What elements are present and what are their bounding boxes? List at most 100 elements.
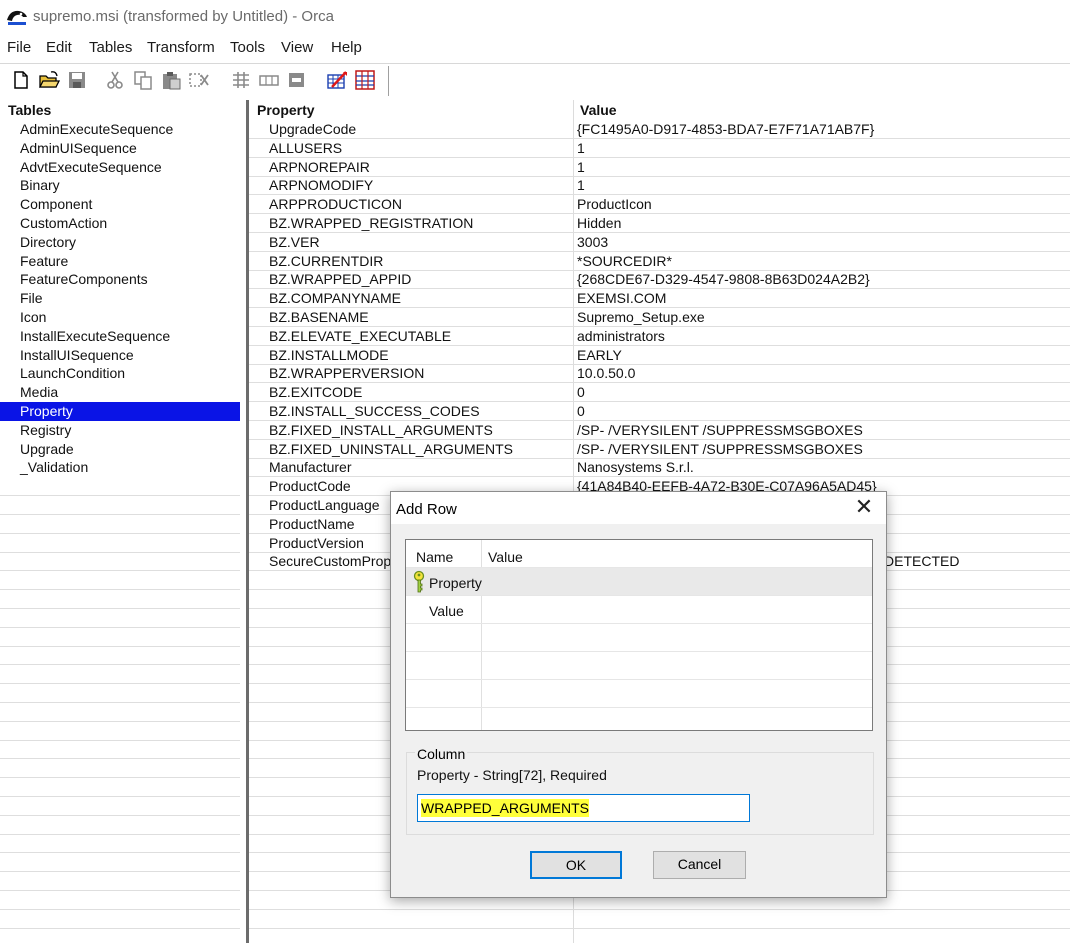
drop-table-icon[interactable] <box>286 69 308 91</box>
property-row[interactable]: BZ.BASENAME Supremo_Setup.exe <box>249 308 1070 327</box>
tables-header[interactable]: Tables <box>0 100 246 120</box>
table-list-item[interactable]: Feature <box>0 252 240 271</box>
menu-file[interactable]: File <box>7 39 31 56</box>
property-row[interactable]: BZ.FIXED_INSTALL_ARGUMENTS/SP- /VERYSILE… <box>249 421 1070 440</box>
table-list-item[interactable]: AdvtExecuteSequence <box>0 158 240 177</box>
property-row[interactable]: BZ.WRAPPED_REGISTRATION Hidden <box>249 214 1070 233</box>
add-table-icon[interactable] <box>230 69 252 91</box>
property-value-cell: 3003 <box>577 233 609 250</box>
table-list-item-label: AdminExecuteSequence <box>20 121 174 137</box>
value-input[interactable]: WRAPPED_ARGUMENTS <box>417 794 750 822</box>
menu-view[interactable]: View <box>281 39 313 56</box>
property-row[interactable]: BZ.WRAPPERVERSION 10.0.50.0 <box>249 364 1070 384</box>
empty-row <box>0 703 240 722</box>
table-list-item[interactable]: CustomAction <box>0 214 240 233</box>
table-list-item[interactable]: InstallExecuteSequence <box>0 327 240 346</box>
menu-edit[interactable]: Edit <box>46 39 72 56</box>
table-list-item[interactable]: Icon <box>0 308 240 327</box>
property-row[interactable]: UpgradeCode {FC1495A0-D917-4853-BDA7-E7F7… <box>249 120 1070 139</box>
menu-tools[interactable]: Tools <box>230 39 265 56</box>
property-row[interactable]: BZ.VER 3003 <box>249 233 1070 252</box>
property-name-cell: Manufacturer <box>269 459 352 476</box>
toolbar <box>0 63 1070 101</box>
add-row-icon[interactable] <box>258 69 280 91</box>
table-list-item[interactable]: AdminUISequence <box>0 139 240 158</box>
table-list-item-label: InstallExecuteSequence <box>20 327 171 344</box>
property-value-cell: Supremo_Setup.exe <box>577 309 705 325</box>
table-list-item[interactable]: Media <box>0 383 240 402</box>
property-value-cell: {FC1495A0-D917-4853-BDA7-E7F71A71AB7F} <box>577 121 875 137</box>
table-list-item-label: AdminUISequence <box>20 139 137 156</box>
property-row[interactable]: BZ.EXITCODE 0 <box>249 383 1070 403</box>
property-row[interactable]: ARPNOMODIFY 1 <box>249 176 1070 196</box>
property-name-cell: BZ.EXITCODE <box>269 384 363 401</box>
property-row[interactable]: ALLUSERS 1 <box>249 139 1070 158</box>
property-name-cell: BZ.COMPANYNAME <box>269 290 401 307</box>
open-folder-icon[interactable] <box>38 69 60 91</box>
property-row[interactable]: ARPPRODUCTICON ProductIcon <box>249 195 1070 215</box>
property-row[interactable]: BZ.INSTALLMODE EARLY <box>249 346 1070 365</box>
property-row[interactable]: BZ.FIXED_UNINSTALL_ARGUMENTS/SP- /VERYSI… <box>249 440 1070 459</box>
property-row[interactable]: BZ.INSTALL_SUCCESS_CODES 0 <box>249 402 1070 421</box>
property-row[interactable]: BZ.ELEVATE_EXECUTABLE administrators <box>249 327 1070 346</box>
window-title: supremo.msi (transformed by Untitled) - … <box>33 8 334 25</box>
property-name-cell: ProductLanguage <box>269 497 380 513</box>
property-row[interactable]: ARPNOREPAIR 1 <box>249 158 1070 177</box>
new-file-icon[interactable] <box>10 69 32 91</box>
empty-row <box>0 571 240 591</box>
grid-row-value[interactable]: Value <box>406 596 872 624</box>
property-name-cell: BZ.WRAPPED_REGISTRATION <box>269 215 474 231</box>
column-group-label: Column <box>415 746 468 762</box>
table-list-item[interactable]: AdminExecuteSequence <box>0 120 240 139</box>
table-list-item-label: Component <box>20 196 93 213</box>
table-list-item[interactable]: Directory <box>0 233 240 252</box>
column-header-value[interactable]: Value <box>580 101 617 119</box>
menu-bar: File Edit Tables Transform Tools View He… <box>0 37 1070 59</box>
tables-header-label: Tables <box>8 102 52 118</box>
add-row-dialog: Add Row ✕ Name Value Property Value Colu… <box>390 491 887 898</box>
property-name-cell: SecureCustomProp <box>269 553 392 570</box>
table-list-item-label: Binary <box>20 177 60 194</box>
table-list-item[interactable]: FeatureComponents <box>0 270 240 289</box>
table-list-item[interactable]: Registry <box>0 421 240 440</box>
table-list-item[interactable]: LaunchCondition <box>0 364 240 383</box>
cut-icon[interactable] <box>104 69 126 91</box>
copy-icon[interactable] <box>132 69 154 91</box>
column-header-property[interactable]: Property <box>257 101 315 119</box>
orca-app-icon <box>7 10 27 25</box>
menu-tables[interactable]: Tables <box>89 39 132 56</box>
property-name-cell: ARPNOREPAIR <box>269 158 370 175</box>
paste-icon[interactable] <box>160 69 182 91</box>
table-list-item[interactable]: Upgrade <box>0 440 240 459</box>
property-row[interactable]: BZ.WRAPPED_APPID {268CDE67-D329-4547-9808… <box>249 270 1070 290</box>
property-row[interactable]: BZ.COMPANYNAME EXEMSI.COM <box>249 289 1070 309</box>
property-value-cell: Nanosystems S.r.l. <box>577 459 694 476</box>
validate-icon[interactable] <box>326 69 348 91</box>
tables-grid-icon[interactable] <box>354 69 376 91</box>
property-name-cell: BZ.ELEVATE_EXECUTABLE <box>269 327 452 344</box>
table-list-item[interactable]: Component <box>0 195 240 214</box>
empty-row <box>0 759 240 779</box>
property-row[interactable]: Manufacturer Nanosystems S.r.l. <box>249 458 1070 478</box>
empty-row <box>0 496 240 515</box>
cancel-button[interactable]: Cancel <box>653 851 746 879</box>
menu-help[interactable]: Help <box>331 39 362 56</box>
property-name-cell: ARPPRODUCTICON <box>269 196 403 213</box>
ok-button[interactable]: OK <box>530 851 622 879</box>
table-list-item[interactable]: _Validation <box>0 458 240 477</box>
property-value-cell: 0 <box>577 384 585 401</box>
table-list-item[interactable]: Property <box>0 402 240 421</box>
table-list-item[interactable]: File <box>0 289 240 308</box>
grid-row-property[interactable]: Property <box>406 568 872 596</box>
property-row[interactable]: BZ.CURRENTDIR *SOURCEDIR* <box>249 252 1070 271</box>
menu-transform[interactable]: Transform <box>147 39 215 56</box>
table-list-item-label: Property <box>20 403 73 419</box>
empty-row <box>0 722 240 741</box>
close-icon[interactable]: ✕ <box>849 496 879 520</box>
table-list-item[interactable]: Binary <box>0 176 240 195</box>
save-icon[interactable] <box>66 69 88 91</box>
grid-header: Name Value <box>406 540 872 568</box>
property-name-cell: ProductCode <box>269 478 351 495</box>
table-list-item[interactable]: InstallUISequence <box>0 346 240 365</box>
delete-icon[interactable] <box>188 69 210 91</box>
